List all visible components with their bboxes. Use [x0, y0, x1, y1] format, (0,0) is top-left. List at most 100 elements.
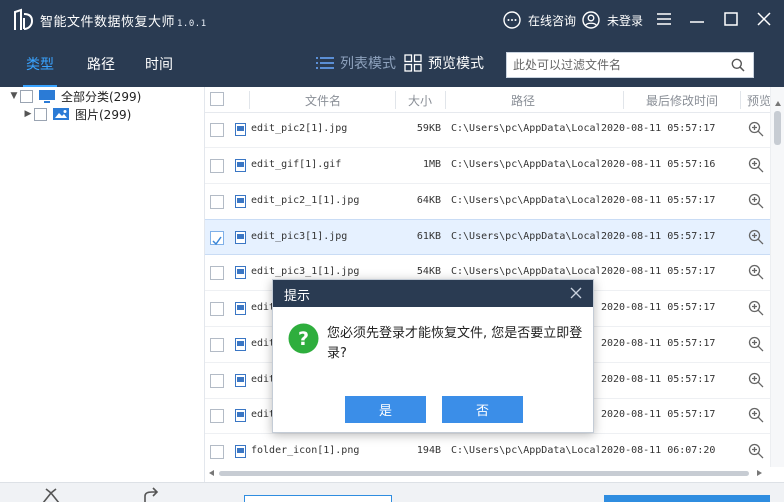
table-row[interactable]: folder_icon[1].png 194B C:\Users\pc\AppD…: [205, 434, 770, 470]
online-consult-button[interactable]: 在线咨询: [502, 9, 576, 31]
expand-down-icon[interactable]: ▼: [8, 91, 20, 101]
vertical-scroll-thumb[interactable]: [774, 111, 781, 145]
zoom-in-icon[interactable]: [748, 443, 764, 459]
monitor-icon: [39, 90, 55, 103]
yes-button[interactable]: 是: [345, 396, 426, 423]
login-button[interactable]: 未登录: [581, 9, 643, 31]
zoom-in-icon[interactable]: [748, 229, 764, 245]
column-header-path[interactable]: 路径: [511, 92, 535, 109]
file-icon: [235, 302, 246, 315]
bottom-bar: [0, 482, 784, 502]
title-bar: 智能文件数据恢复大师 1.0.1 在线咨询 未登录: [0, 0, 784, 40]
file-icon: [235, 195, 246, 208]
zoom-in-icon[interactable]: [748, 372, 764, 388]
row-checkbox[interactable]: [210, 445, 224, 459]
minimize-icon[interactable]: [688, 10, 706, 28]
maximize-icon[interactable]: [722, 10, 740, 28]
tree-checkbox[interactable]: [34, 107, 47, 121]
file-path: C:\Users\pc\AppData\Local\Microso: [451, 195, 599, 206]
online-consult-label: 在线咨询: [528, 13, 577, 28]
app-title-text: 智能文件数据恢复大师: [40, 15, 176, 30]
file-size: 1MB: [422, 159, 441, 170]
row-checkbox[interactable]: [210, 195, 224, 209]
file-icon: [235, 231, 246, 244]
preview-mode-button[interactable]: 预览模式: [404, 53, 484, 73]
list-icon: [316, 57, 334, 69]
tab-time[interactable]: 时间: [145, 54, 173, 74]
zoom-in-icon[interactable]: [748, 193, 764, 209]
column-header-preview: 预览: [747, 94, 772, 108]
row-checkbox[interactable]: [210, 123, 224, 137]
row-checkbox[interactable]: [210, 374, 224, 388]
zoom-in-icon[interactable]: [748, 336, 764, 352]
preview-mode-label: 预览模式: [428, 56, 484, 72]
column-separator: [249, 91, 250, 109]
app-logo-icon: [14, 8, 34, 30]
app-version: 1.0.1: [177, 19, 207, 29]
table-row[interactable]: edit_pic2_1[1].jpg 64KB C:\Users\pc\AppD…: [205, 184, 770, 220]
share-icon[interactable]: [142, 487, 164, 502]
zoom-in-icon[interactable]: [748, 300, 764, 316]
app-title: 智能文件数据恢复大师 1.0.1: [40, 11, 207, 30]
grid-icon: [404, 54, 422, 72]
column-header-separator: [623, 91, 624, 109]
file-modified: 2020-08-11 05:57:17: [601, 338, 716, 349]
dialog-close-icon[interactable]: [569, 286, 583, 300]
file-size: 61KB: [416, 231, 441, 242]
scroll-right-arrow-icon[interactable]: [757, 470, 762, 476]
row-checkbox[interactable]: [210, 338, 224, 352]
table-row[interactable]: edit_pic2[1].jpg 59KB C:\Users\pc\AppDat…: [205, 112, 770, 148]
select-all-checkbox[interactable]: [210, 92, 224, 106]
table-row[interactable]: edit_gif[1].gif 1MB C:\Users\pc\AppData\…: [205, 148, 770, 184]
close-icon[interactable]: [755, 10, 773, 28]
row-checkbox[interactable]: [210, 409, 224, 423]
row-checkbox-checked[interactable]: [210, 231, 224, 246]
column-header-name[interactable]: 文件名: [305, 92, 341, 109]
file-size: 59KB: [416, 123, 441, 134]
vertical-scrollbar[interactable]: [770, 87, 784, 467]
file-icon: [235, 445, 246, 458]
row-checkbox[interactable]: [210, 266, 224, 280]
file-name: folder_icon[1].png: [251, 445, 360, 456]
zoom-in-icon[interactable]: [748, 407, 764, 423]
row-checkbox[interactable]: [210, 159, 224, 173]
zoom-in-icon[interactable]: [748, 157, 764, 173]
no-button[interactable]: 否: [442, 396, 523, 423]
file-icon: [235, 266, 246, 279]
tree-checkbox[interactable]: [20, 89, 33, 103]
horizontal-scroll-thumb[interactable]: [219, 471, 749, 476]
bottom-outline-button[interactable]: [244, 495, 392, 502]
column-header-size[interactable]: 大小: [408, 92, 432, 109]
bottom-primary-button[interactable]: [604, 495, 770, 502]
search-icon[interactable]: [731, 58, 745, 72]
filter-input[interactable]: [507, 53, 727, 77]
tree-item-images[interactable]: ▶ 图片(299): [22, 105, 131, 123]
scroll-up-arrow-icon[interactable]: [775, 101, 781, 106]
file-path: C:\Users\pc\AppData\Local\Microso: [451, 123, 599, 134]
tab-type[interactable]: 类型: [26, 54, 54, 74]
expand-right-icon[interactable]: ▶: [22, 109, 34, 119]
menu-icon[interactable]: [655, 10, 673, 28]
table-row-selected[interactable]: edit_pic3[1].jpg 61KB C:\Users\pc\AppDat…: [205, 219, 770, 255]
file-modified: 2020-08-11 06:07:20: [601, 445, 716, 456]
chat-bubble-icon: [503, 11, 521, 29]
horizontal-scrollbar[interactable]: [205, 467, 770, 479]
file-name: edit_pic3[1].jpg: [251, 231, 348, 242]
row-checkbox[interactable]: [210, 302, 224, 316]
tree-item-all[interactable]: ▼ 全部分类(299): [8, 87, 141, 105]
dialog-title: 提示: [284, 289, 311, 304]
zoom-in-icon[interactable]: [748, 264, 764, 280]
zoom-in-icon[interactable]: [748, 121, 764, 137]
file-modified: 2020-08-11 05:57:17: [601, 409, 716, 420]
column-separator: [445, 91, 446, 109]
column-separator: [740, 91, 741, 109]
file-size: 194B: [416, 445, 441, 456]
column-separator: [395, 91, 396, 109]
column-header-modified[interactable]: 最后修改时间: [646, 92, 718, 109]
tools-icon[interactable]: [40, 487, 62, 502]
scroll-left-arrow-icon[interactable]: [209, 470, 214, 476]
dialog-message: 您必须先登录才能恢复文件, 您是否要立即登录?: [327, 326, 583, 361]
tab-path[interactable]: 路径: [87, 54, 115, 74]
list-mode-button[interactable]: 列表模式: [316, 53, 396, 73]
filter-box: [506, 52, 754, 78]
